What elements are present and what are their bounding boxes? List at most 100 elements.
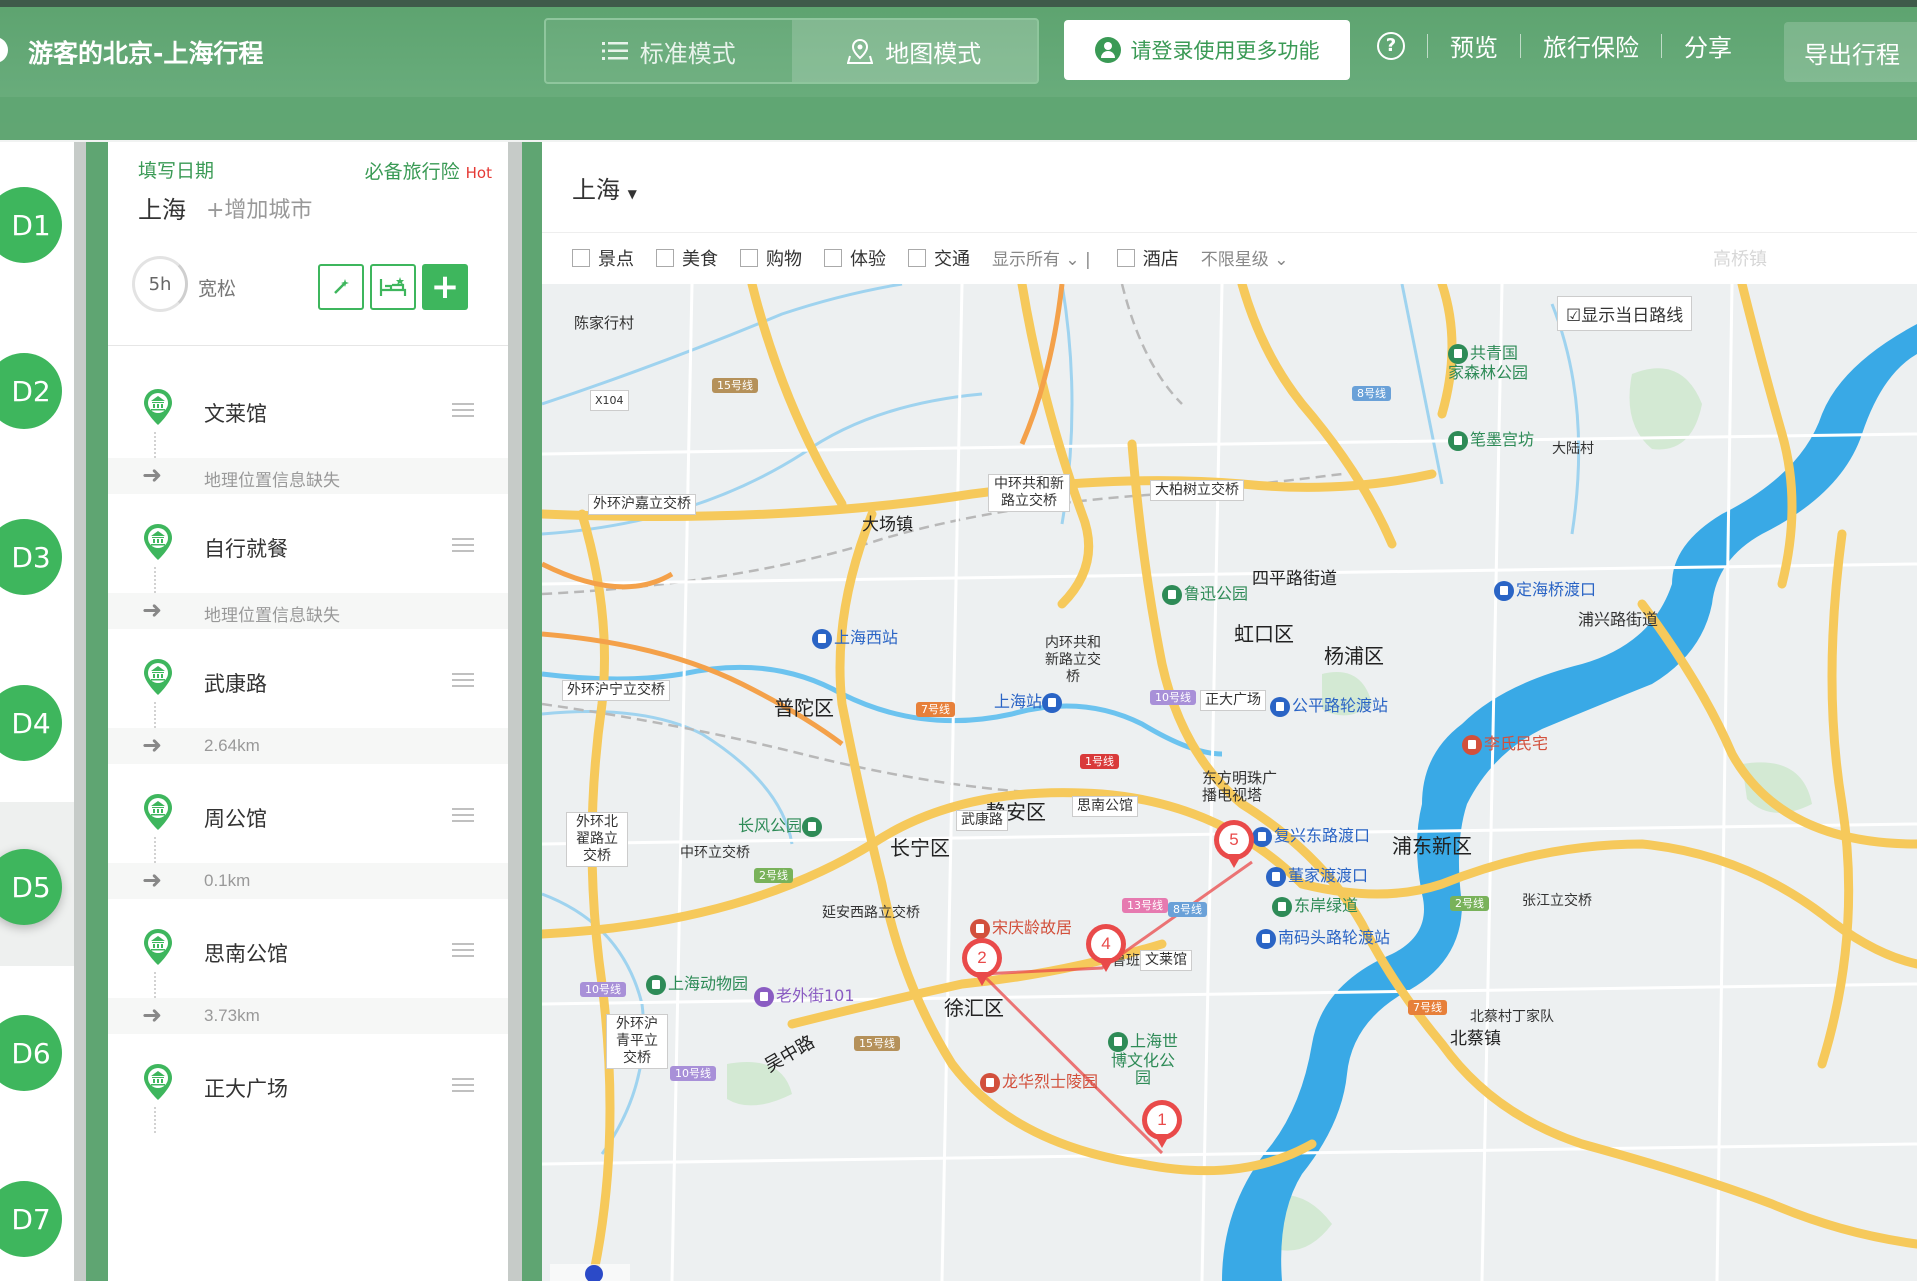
ferry-poi[interactable]: 复兴东路渡口 <box>1252 822 1370 847</box>
help-icon[interactable]: ? <box>1377 31 1405 60</box>
map-label: 虹口区 <box>1234 622 1294 646</box>
map-city-label: 上海 <box>572 176 620 204</box>
star-dropdown[interactable]: 不限星级 ⌄ <box>1201 245 1289 270</box>
drag-handle-icon[interactable] <box>452 1078 474 1092</box>
metro-line-tag: 7号线 <box>916 702 955 717</box>
heritage-icon <box>980 1072 1000 1093</box>
anchor-icon <box>1266 866 1286 887</box>
day-item-d2[interactable]: D2 <box>0 306 74 470</box>
ferry-poi[interactable]: 公平路轮渡站 <box>1270 692 1388 717</box>
map-mode-button[interactable]: 地图模式 <box>791 20 1037 82</box>
poi-row[interactable]: 正大广场 <box>108 1033 508 1133</box>
filter-transport[interactable]: 交通 <box>908 245 970 271</box>
day-badge[interactable]: D5 <box>0 849 62 925</box>
day-item-d1[interactable]: D1 <box>0 142 74 306</box>
station-poi[interactable]: 上海西站 <box>812 624 898 649</box>
drag-handle-icon[interactable] <box>452 673 474 687</box>
route-leg[interactable]: ➜ 2.64km <box>108 728 508 764</box>
day-item-d3[interactable]: D3 <box>0 470 74 634</box>
day-item-d6[interactable]: D6 <box>0 966 74 1130</box>
day-badge[interactable]: D3 <box>0 519 62 595</box>
share-link[interactable]: 分享 <box>1684 28 1732 63</box>
day-item-d5[interactable]: D5 <box>0 802 74 966</box>
map-label: 东方明珠广播电视塔 <box>1202 769 1278 804</box>
map-canvas[interactable]: 陈家行村 X104 15号线 8号线 共青国家森林公园 笔墨宫坊 大陆村 中环共… <box>542 284 1917 1281</box>
park-poi[interactable]: 上海世博文化公园 <box>1108 1032 1178 1086</box>
add-hotel-button[interactable] <box>370 264 416 310</box>
day-item-d7[interactable]: D7 <box>0 1130 74 1281</box>
day-badge[interactable]: D6 <box>0 1015 62 1091</box>
route-marker-2[interactable]: 2 <box>962 938 1002 990</box>
insurance-promo-link[interactable]: 必备旅行险 Hot <box>365 157 492 184</box>
drag-handle-icon[interactable] <box>452 943 474 957</box>
filter-food[interactable]: 美食 <box>656 245 718 271</box>
park-poi[interactable]: 长风公园 <box>738 812 824 837</box>
login-button[interactable]: 请登录使用更多功能 <box>1064 20 1350 80</box>
filter-scenic[interactable]: 景点 <box>572 245 634 271</box>
poi-row[interactable]: 周公馆 <box>108 763 508 863</box>
anchor-icon <box>1270 696 1290 717</box>
map-label: 文莱馆 <box>1140 950 1192 971</box>
day-badge[interactable]: D1 <box>0 187 62 263</box>
day-list-scrollbar[interactable] <box>74 142 86 1281</box>
route-leg[interactable]: ➜ 地理位置信息缺失 <box>108 458 508 494</box>
filter-experience[interactable]: 体验 <box>824 245 886 271</box>
arrow-right-icon: ➜ <box>142 731 163 759</box>
itinerary-scrollbar[interactable] <box>508 142 522 1281</box>
route-leg[interactable]: ➜ 3.73km <box>108 998 508 1034</box>
checkbox[interactable] <box>656 248 674 267</box>
ferry-poi[interactable]: 南码头路轮渡站 <box>1256 924 1390 949</box>
park-poi[interactable]: 上海动物园 <box>646 970 748 995</box>
filter-shopping[interactable]: 购物 <box>740 245 802 271</box>
magic-wand-button[interactable] <box>318 264 364 310</box>
star-label: 不限星级 <box>1200 250 1269 270</box>
fill-date-link[interactable]: 填写日期 <box>138 156 214 183</box>
checkbox[interactable] <box>908 248 926 267</box>
show-all-dropdown[interactable]: 显示所有 ⌄ | <box>992 245 1091 270</box>
checkbox[interactable] <box>572 248 590 267</box>
poi-row[interactable]: 思南公馆 <box>108 898 508 998</box>
drag-handle-icon[interactable] <box>452 538 474 552</box>
route-marker-5[interactable]: 5 <box>1214 820 1254 872</box>
add-poi-button[interactable]: + <box>422 264 468 310</box>
map-city-dropdown[interactable]: 上海 ▼ <box>572 170 637 205</box>
food-poi[interactable]: 老外街101 <box>754 982 855 1007</box>
route-marker-1[interactable]: 1 <box>1142 1100 1182 1152</box>
checkbox[interactable] <box>740 248 758 267</box>
metro-line-tag: 1号线 <box>1080 754 1119 769</box>
checkbox[interactable] <box>1116 248 1135 267</box>
separator <box>522 142 542 1281</box>
insurance-link[interactable]: 旅行保险 <box>1543 28 1639 63</box>
poi-row[interactable]: 武康路 <box>108 628 508 728</box>
park-poi[interactable]: 鲁迅公园 <box>1162 580 1248 605</box>
add-city-button[interactable]: +增加城市 <box>206 192 312 224</box>
park-poi[interactable]: 笔墨宫坊 <box>1448 426 1534 451</box>
park-poi[interactable]: 东岸绿道 <box>1272 892 1358 917</box>
day-badge[interactable]: D2 <box>0 353 62 429</box>
preview-link[interactable]: 预览 <box>1450 28 1498 63</box>
export-button[interactable]: 导出行程 <box>1784 22 1917 82</box>
show-route-toggle[interactable]: ☑显示当日路线 <box>1557 296 1693 331</box>
drag-handle-icon[interactable] <box>452 808 474 822</box>
route-leg[interactable]: ➜ 地理位置信息缺失 <box>108 593 508 629</box>
filter-hotel[interactable]: 酒店 <box>1116 245 1179 271</box>
heritage-poi[interactable]: 李氏民宅 <box>1462 730 1548 755</box>
poi-row[interactable]: 自行就餐 <box>108 493 508 593</box>
poi-row[interactable]: 文莱馆 <box>108 358 508 458</box>
park-poi[interactable]: 共青国家森林公园 <box>1448 344 1528 381</box>
ferry-poi[interactable]: 定海桥渡口 <box>1494 576 1596 601</box>
station-poi[interactable]: 上海站 <box>994 688 1064 713</box>
heritage-poi[interactable]: 龙华烈士陵园 <box>980 1068 1098 1093</box>
heritage-poi[interactable]: 宋庆龄故居 <box>970 914 1072 939</box>
checkbox[interactable] <box>824 248 842 267</box>
anchor-icon <box>1252 826 1272 847</box>
map-label: 陈家行村 <box>574 314 635 332</box>
standard-mode-button[interactable]: 标准模式 <box>546 20 792 82</box>
route-marker-4[interactable]: 4 <box>1086 924 1126 976</box>
day-badge[interactable]: D7 <box>0 1181 62 1257</box>
ferry-poi[interactable]: 董家渡渡口 <box>1266 862 1368 887</box>
day-item-d4[interactable]: D4 <box>0 634 74 798</box>
day-badge[interactable]: D4 <box>0 685 62 761</box>
drag-handle-icon[interactable] <box>452 403 474 417</box>
route-leg[interactable]: ➜ 0.1km <box>108 863 508 899</box>
